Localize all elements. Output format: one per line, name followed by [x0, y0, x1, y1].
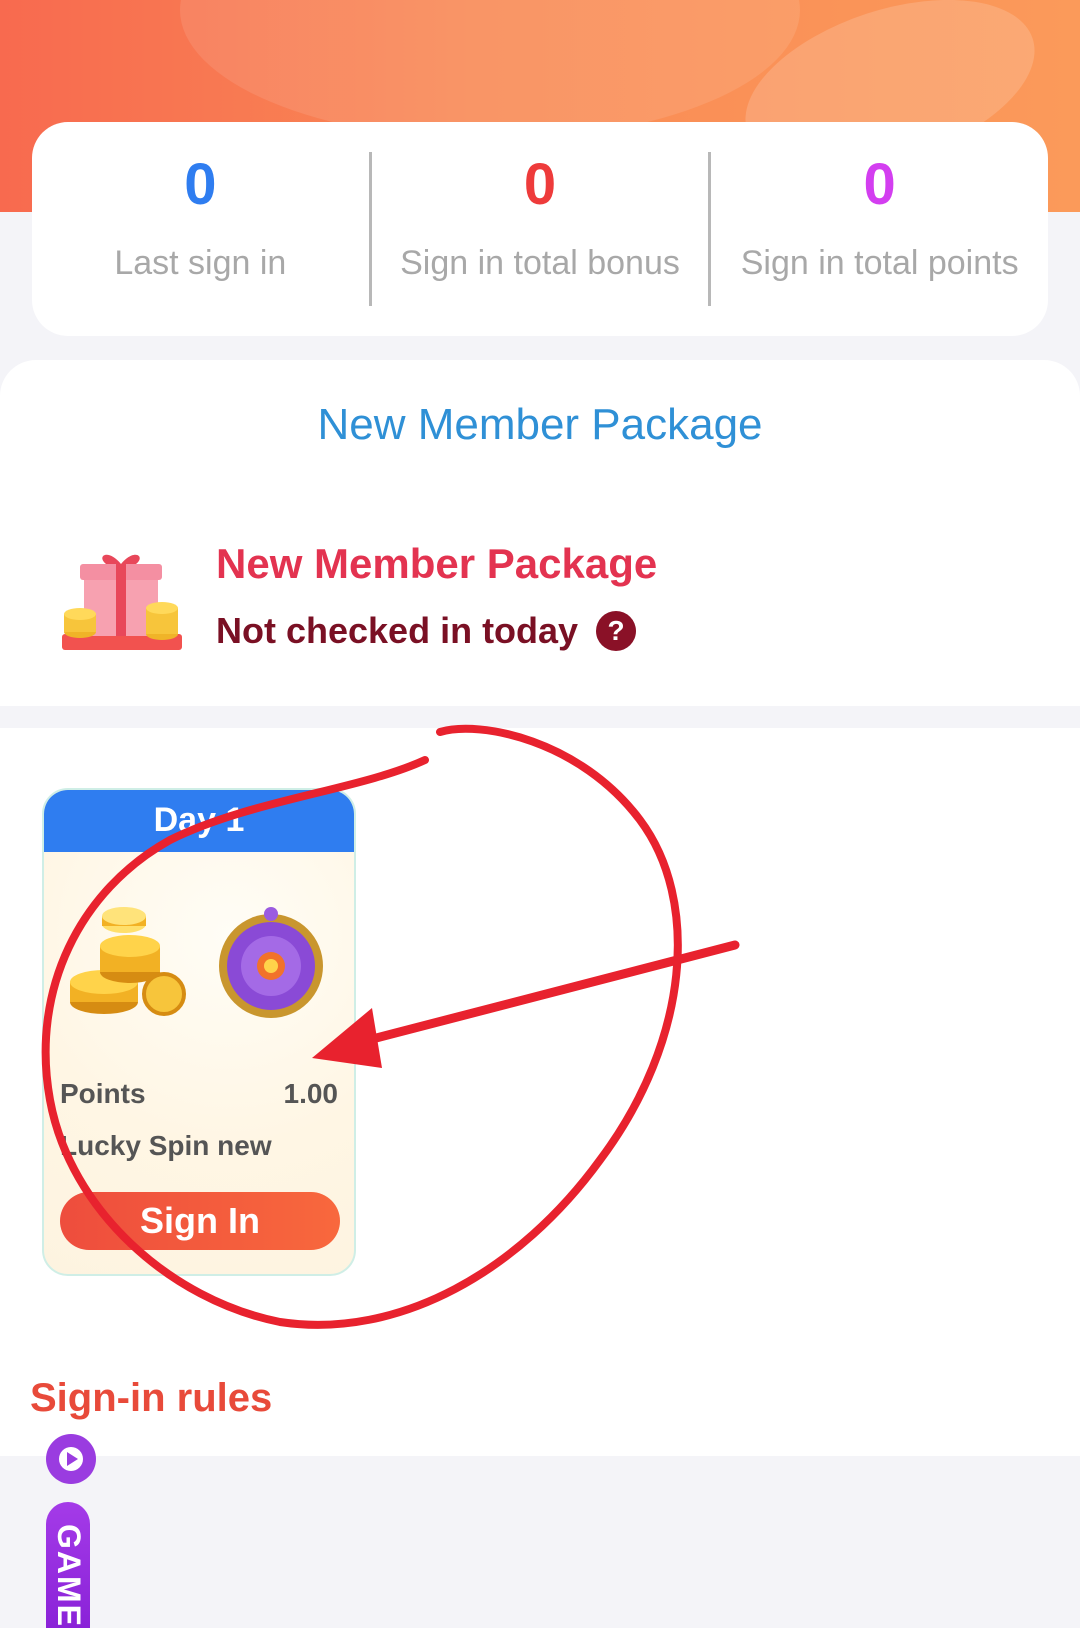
reward-label: Points	[60, 1078, 146, 1109]
stat-label: Last sign in	[114, 244, 287, 282]
reward-value: 1.00	[283, 1078, 339, 1109]
help-icon[interactable]: ?	[596, 611, 637, 651]
reward-item: Lucky Spin new	[60, 1130, 272, 1161]
gift-box-icon	[62, 554, 182, 650]
play-button[interactable]	[46, 1434, 96, 1484]
package-status: Not checked in today ?	[216, 610, 637, 652]
lucky-spin-wheel-icon	[219, 907, 323, 1018]
stat-total-points: 0 Sign in total points	[711, 122, 1048, 336]
sign-in-stats-card: 0 Last sign in 0 Sign in total bonus 0 S…	[32, 122, 1048, 336]
package-section-title[interactable]: New Member Package	[0, 400, 1080, 450]
play-icon	[59, 1447, 83, 1471]
header-decoration	[180, 0, 800, 140]
sign-in-button[interactable]: Sign In	[60, 1192, 340, 1250]
stat-value: 0	[863, 152, 896, 217]
status-text: Not checked in today	[216, 610, 579, 651]
check-in-section: Day 1 Points 1.00 Lucky Spin new Sign In	[0, 728, 1080, 1456]
stat-label: Sign in total points	[740, 244, 1019, 282]
sign-in-rules-title: Sign-in rules	[30, 1376, 273, 1420]
reward-row: Points 1.00	[60, 1078, 338, 1110]
stat-value: 0	[523, 152, 557, 217]
package-section: New Member Package New Member Package No…	[0, 360, 1080, 706]
stat-total-bonus: 0 Sign in total bonus	[372, 122, 709, 336]
stat-last-sign-in: 0 Last sign in	[32, 122, 369, 336]
game-floating-tab[interactable]: GAME	[46, 1502, 90, 1628]
game-tab-label: GAME	[51, 1524, 87, 1628]
day-card: Day 1 Points 1.00 Lucky Spin new Sign In	[42, 788, 356, 1276]
coins-icon	[70, 907, 186, 1016]
day-card-header: Day 1	[44, 790, 354, 852]
stat-label: Sign in total bonus	[400, 244, 680, 282]
package-name: New Member Package	[216, 540, 658, 587]
stat-value: 0	[184, 152, 217, 217]
